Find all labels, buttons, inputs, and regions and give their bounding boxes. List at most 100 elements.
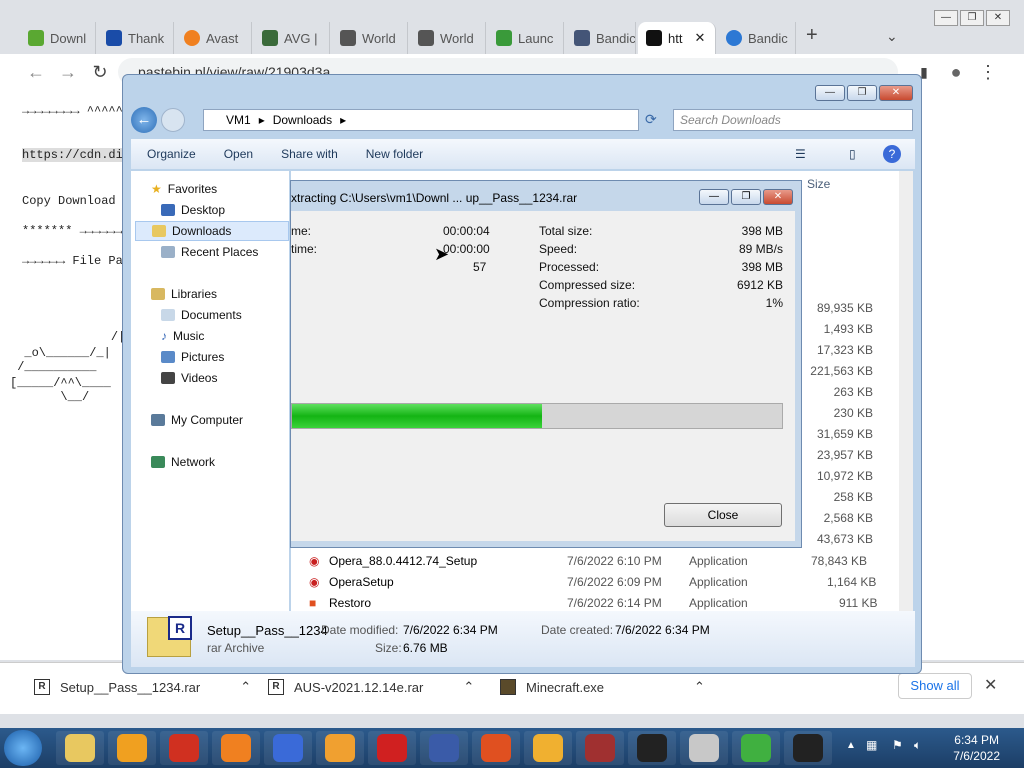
close-button[interactable]: ✕	[879, 85, 913, 101]
avg-taskbar-icon[interactable]	[316, 731, 364, 765]
download-item[interactable]: R AUS-v2021.12.14e.rar ⌃	[268, 675, 474, 699]
minimize-button[interactable]: —	[815, 85, 845, 101]
help-icon[interactable]: ?	[883, 145, 901, 163]
tab-active[interactable]: htt ✕	[638, 22, 716, 54]
view-icon[interactable]: ☰	[795, 147, 806, 161]
reload-icon[interactable]: ↻	[88, 60, 112, 84]
file-size: 1,493 KB	[823, 322, 873, 336]
tab[interactable]: Launc	[488, 22, 564, 54]
avast-taskbar-icon[interactable]	[212, 731, 260, 765]
organize-button[interactable]: Organize	[147, 147, 196, 161]
preview-pane-icon[interactable]: ▯	[849, 147, 856, 161]
7zip-taskbar-icon[interactable]	[784, 731, 832, 765]
office-taskbar-icon[interactable]	[472, 731, 520, 765]
shield-icon	[273, 734, 303, 762]
maximize-button[interactable]: ❐	[731, 189, 761, 205]
nav-recent-places[interactable]: Recent Places	[161, 242, 258, 262]
total-size-label: Total size:	[539, 224, 593, 238]
address-row: ← VM1 ▸ Downloads ▸ ⟳ Search Downloads	[131, 107, 915, 133]
back-arrow-icon[interactable]: ←	[24, 60, 48, 84]
tab[interactable]: AVG |	[254, 22, 330, 54]
tab[interactable]: Bandic	[718, 22, 796, 54]
nav-music[interactable]: ♪ Music	[161, 326, 204, 346]
file-row[interactable]: ◉ Opera_88.0.4412.74_Setup 7/6/2022 6:10…	[309, 551, 879, 571]
tab[interactable]: Downl	[20, 22, 96, 54]
dialog-close-button[interactable]: Close	[664, 503, 782, 527]
nav-downloads[interactable]: Downloads	[135, 221, 289, 241]
processed-label: Processed:	[539, 260, 600, 274]
start-button[interactable]	[4, 730, 42, 766]
nav-my-computer[interactable]: My Computer	[151, 410, 243, 430]
breadcrumb-downloads[interactable]: Downloads	[273, 113, 332, 127]
page-link[interactable]: https://cdn.di	[22, 148, 123, 162]
tab[interactable]: World	[332, 22, 408, 54]
forward-button[interactable]	[161, 108, 185, 132]
close-tab-icon[interactable]: ✕	[694, 30, 705, 46]
explorer-taskbar-icon[interactable]	[56, 731, 104, 765]
close-button[interactable]: ✕	[763, 189, 793, 205]
chrome-taskbar-icon[interactable]	[160, 731, 208, 765]
new-tab-button[interactable]: +	[806, 24, 818, 47]
share-with-button[interactable]: Share with	[281, 147, 338, 161]
shield-taskbar-icon[interactable]	[264, 731, 312, 765]
file-row[interactable]: ◉ OperaSetup 7/6/2022 6:09 PM Applicatio…	[309, 572, 879, 592]
vertical-scrollbar[interactable]	[899, 171, 913, 611]
clock[interactable]: 6:34 PM 7/6/2022	[953, 732, 1000, 764]
network-tray-icon[interactable]: ▦	[866, 738, 877, 752]
file-size: 911 KB	[839, 596, 878, 610]
nav-pictures[interactable]: Pictures	[161, 347, 224, 367]
nav-videos[interactable]: Videos	[161, 368, 217, 388]
download-item[interactable]: M Minecraft.exe ⌃	[500, 675, 705, 699]
action-center-icon[interactable]: ⚑	[892, 738, 903, 752]
forward-arrow-icon[interactable]: →	[56, 60, 80, 84]
breadcrumb[interactable]: VM1 ▸ Downloads ▸	[203, 109, 639, 131]
bandicam-taskbar-icon[interactable]	[628, 731, 676, 765]
nav-favorites[interactable]: ★ Favorites	[151, 179, 217, 199]
volume-icon[interactable]: 🔈︎	[914, 738, 921, 753]
opera-taskbar-icon[interactable]	[368, 731, 416, 765]
tab[interactable]: Avast	[176, 22, 252, 54]
open-button[interactable]: Open	[224, 147, 253, 161]
tab-favicon	[646, 30, 662, 46]
nav-label: Documents	[181, 308, 242, 322]
file-type: Application	[689, 575, 748, 589]
tab[interactable]: World	[410, 22, 486, 54]
show-all-button[interactable]: Show all	[898, 673, 972, 699]
nav-documents[interactable]: Documents	[161, 305, 242, 325]
maximize-button[interactable]: ❐	[847, 85, 877, 101]
dialog-window-controls: — ❐ ✕	[699, 189, 793, 205]
media-taskbar-icon[interactable]	[108, 731, 156, 765]
menu-icon[interactable]: ⋮	[976, 60, 1000, 84]
tools-taskbar-icon[interactable]	[576, 731, 624, 765]
refresh-icon[interactable]: ⟳	[645, 111, 657, 128]
chevron-up-icon[interactable]: ⌃	[463, 679, 474, 695]
tray-chevron-icon[interactable]: ▲	[846, 740, 856, 751]
file-size: 2,568 KB	[823, 511, 873, 525]
tab[interactable]: Bandic	[566, 22, 636, 54]
back-button[interactable]: ←	[131, 107, 157, 133]
clock-date: 7/6/2022	[953, 749, 1000, 763]
nav-network[interactable]: Network	[151, 452, 215, 472]
search-input[interactable]: Search Downloads	[673, 109, 913, 131]
tab-search-chevron-icon[interactable]: ⌄	[886, 28, 898, 45]
compressed-size-value: 6912 KB	[736, 278, 783, 292]
nav-desktop[interactable]: Desktop	[161, 200, 225, 220]
download-item[interactable]: R Setup__Pass__1234.rar ⌃	[34, 675, 251, 699]
tab[interactable]: Thank	[98, 22, 174, 54]
breadcrumb-vm1[interactable]: VM1	[226, 113, 251, 127]
profile-icon[interactable]: ●	[944, 60, 968, 84]
close-download-bar-icon[interactable]: ✕	[984, 675, 997, 695]
file-row[interactable]: ■ Restoro 7/6/2022 6:14 PM Application 9…	[309, 593, 879, 613]
tab-label: htt	[668, 30, 683, 46]
new-folder-button[interactable]: New folder	[366, 147, 423, 161]
nav-libraries[interactable]: Libraries	[151, 284, 217, 304]
facebook-taskbar-icon[interactable]	[420, 731, 468, 765]
size-column-header[interactable]: Size	[807, 177, 830, 191]
minimize-button[interactable]: —	[699, 189, 729, 205]
chevron-up-icon[interactable]: ⌃	[694, 679, 705, 695]
chevron-up-icon[interactable]: ⌃	[240, 679, 251, 695]
alien-taskbar-icon[interactable]	[732, 731, 780, 765]
lock-taskbar-icon[interactable]	[524, 731, 572, 765]
tab-label: World	[440, 30, 474, 46]
hat-taskbar-icon[interactable]	[680, 731, 728, 765]
